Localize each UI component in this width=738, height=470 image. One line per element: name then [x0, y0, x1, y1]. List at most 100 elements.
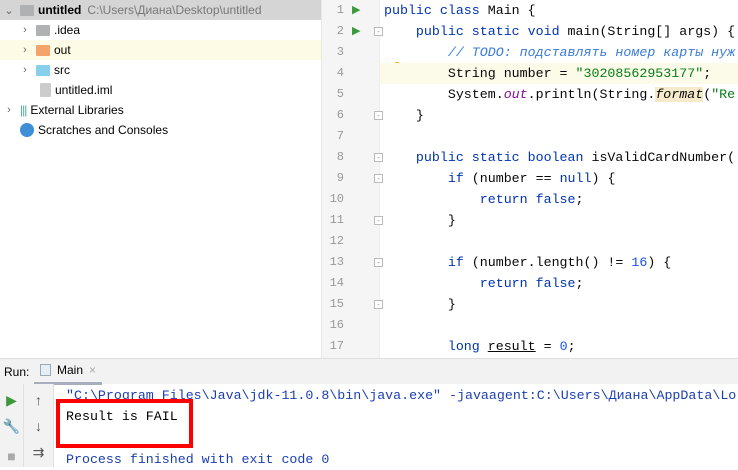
run-icon[interactable]: ▶ — [352, 0, 360, 21]
code-token: ) { — [647, 255, 672, 270]
chevron-right-icon[interactable]: › — [4, 104, 14, 116]
root-name: untitled — [38, 3, 82, 17]
code-token: 16 — [631, 255, 648, 270]
tab-label: Main — [57, 363, 84, 377]
code-area[interactable]: public class Main { public static void m… — [380, 0, 738, 358]
code-line[interactable]: if (number == null) { — [380, 168, 738, 189]
run-toolbar-nav: ↑ ↓ ⇉ — [24, 384, 54, 467]
line-number: 3 — [336, 45, 344, 59]
tree-item-label: Scratches and Consoles — [38, 123, 169, 137]
code-token: "30208562953177" — [575, 66, 704, 81]
line-number: 14 — [329, 276, 344, 290]
rerun-icon[interactable]: ▶ — [0, 392, 23, 409]
tree-root[interactable]: ⌄ untitled C:\Users\Диана\Desktop\untitl… — [0, 0, 321, 20]
chevron-right-icon[interactable]: › — [20, 44, 30, 56]
line-number: 1 — [336, 3, 344, 17]
code-line[interactable]: // TODO: подставлять номер карты нуж — [380, 42, 738, 63]
code-line[interactable]: public static boolean isValidCardNumber( — [380, 147, 738, 168]
code-line[interactable] — [380, 126, 738, 147]
file-icon — [40, 83, 51, 97]
code-line[interactable]: public static void main(String[] args) { — [380, 21, 738, 42]
code-token: } — [384, 108, 424, 123]
code-token: 0 — [559, 339, 568, 354]
code-token: .println(String. — [527, 87, 656, 102]
code-token: ; — [567, 339, 576, 354]
folder-icon — [36, 44, 50, 56]
chevron-down-icon[interactable]: ⌄ — [4, 4, 14, 17]
code-line[interactable]: public class Main { — [380, 0, 738, 21]
code-token: return false — [384, 276, 576, 291]
line-number: 6 — [336, 108, 344, 122]
tree-item-iml[interactable]: untitled.iml — [0, 80, 321, 100]
line-number: 7 — [336, 129, 344, 143]
line-number: 15 — [329, 297, 344, 311]
tree-item-external-libraries[interactable]: › ||| External Libraries — [0, 100, 321, 120]
code-token: (number.length() != — [471, 255, 632, 270]
chevron-right-icon[interactable]: › — [20, 24, 30, 36]
close-icon[interactable]: × — [89, 363, 96, 377]
line-number: 17 — [329, 339, 344, 353]
tree-item-label: .idea — [54, 23, 81, 37]
run-icon[interactable]: ▶ — [352, 21, 360, 42]
code-line[interactable]: if (number.length() != 16) { — [380, 252, 738, 273]
line-number: 9 — [336, 171, 344, 185]
line-number: 12 — [329, 234, 344, 248]
code-token: out — [503, 87, 528, 102]
code-token: ( — [703, 87, 712, 102]
code-token: ; — [703, 66, 712, 81]
tree-item-out[interactable]: › out — [0, 40, 321, 60]
code-token: long — [384, 339, 488, 354]
code-token: null — [559, 171, 592, 186]
tree-item-idea[interactable]: › .idea — [0, 20, 321, 40]
code-line[interactable]: } — [380, 105, 738, 126]
run-toolbar-left: ▶ 🔧 ■ — [0, 384, 24, 467]
code-line[interactable]: return false; — [380, 273, 738, 294]
code-token: format — [655, 87, 704, 102]
code-line[interactable]: } — [380, 210, 738, 231]
line-number: 8 — [336, 150, 344, 164]
soft-wrap-icon[interactable]: ⇉ — [24, 444, 53, 461]
tree-item-src[interactable]: › src — [0, 60, 321, 80]
line-number: 5 — [336, 87, 344, 101]
tree-item-label: External Libraries — [30, 103, 124, 117]
highlight-box — [56, 399, 193, 448]
code-token: // TODO: подставлять номер карты нуж — [384, 45, 736, 60]
code-line[interactable]: } — [380, 294, 738, 315]
wrench-icon[interactable]: 🔧 — [0, 418, 23, 435]
code-token: result — [487, 339, 536, 354]
tree-item-label: untitled.iml — [55, 83, 113, 97]
line-number: 11 — [329, 213, 344, 227]
code-token: main(String[] args) { — [567, 24, 736, 39]
stop-icon[interactable]: ■ — [0, 448, 23, 464]
code-line[interactable]: System.out.println(String.format("Re — [380, 84, 738, 105]
line-number: 13 — [329, 255, 344, 269]
code-token: public class — [384, 3, 488, 18]
code-token: ) { — [591, 171, 616, 186]
code-token: } — [384, 213, 456, 228]
code-token: return false — [384, 192, 576, 207]
code-token: System. — [384, 87, 504, 102]
code-line[interactable] — [380, 315, 738, 336]
arrow-up-icon[interactable]: ↑ — [24, 392, 53, 408]
code-token: isValidCardNumber( — [591, 150, 736, 165]
arrow-down-icon[interactable]: ↓ — [24, 418, 53, 434]
chevron-right-icon[interactable]: › — [20, 64, 30, 76]
code-editor[interactable]: ▶ ▶ - - - - - - - 1 2 3 4 5 6 7 8 9 10 11 12 13 14 15 1… — [322, 0, 738, 358]
console-exit: Process finished with exit code 0 — [66, 452, 330, 467]
folder-icon — [36, 24, 50, 36]
run-tab-main[interactable]: Main × — [34, 359, 103, 385]
line-number: 16 — [329, 318, 344, 332]
code-token: } — [384, 297, 456, 312]
tree-item-scratches[interactable]: Scratches and Consoles — [0, 120, 321, 140]
code-token: public static void — [384, 24, 568, 39]
code-token: = — [535, 339, 560, 354]
code-line[interactable] — [380, 231, 738, 252]
module-folder-icon — [20, 4, 34, 16]
code-token: (number == — [471, 171, 560, 186]
folder-icon — [36, 64, 50, 76]
root-path: C:\Users\Диана\Desktop\untitled — [87, 3, 262, 17]
code-line[interactable]: long result = 0; — [380, 336, 738, 357]
code-token: "Re — [711, 87, 736, 102]
code-line[interactable]: String number = "30208562953177"; — [380, 63, 738, 84]
code-line[interactable]: return false; — [380, 189, 738, 210]
